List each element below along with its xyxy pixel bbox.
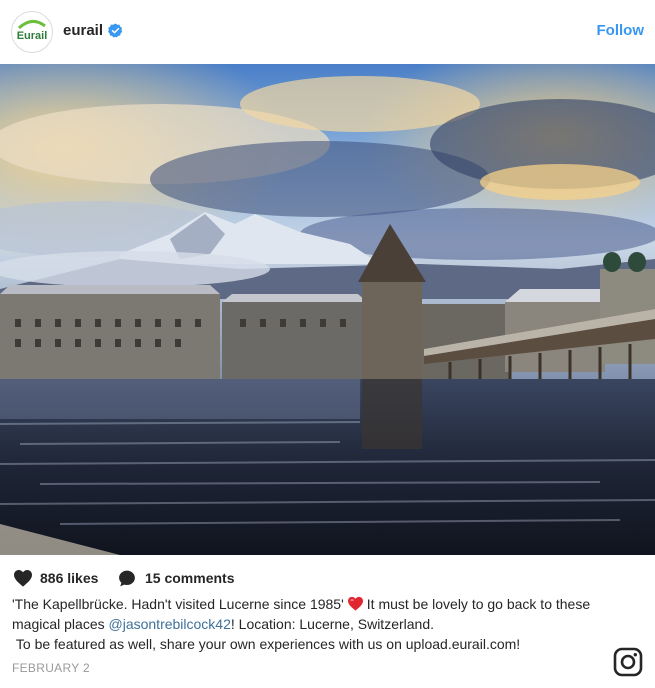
instagram-logo-icon[interactable] — [613, 647, 643, 677]
comments-count[interactable]: 15 comments — [145, 570, 234, 586]
post-header: Eurail eurail Follow — [0, 0, 655, 64]
likes-count[interactable]: 886 likes — [40, 570, 98, 586]
instagram-post: Eurail eurail Follow 886 likes 15 commen… — [0, 0, 655, 688]
avatar[interactable]: Eurail — [11, 11, 53, 53]
post-date[interactable]: FEBRUARY 2 — [12, 661, 90, 675]
avatar-logo-text: Eurail — [17, 30, 48, 42]
caption-text-part3: ! Location: Lucerne, Switzerland. — [230, 616, 435, 632]
mention-link[interactable]: @jasontrebilcock42 — [109, 616, 231, 632]
verified-badge-icon — [108, 23, 123, 38]
heart-emoji-icon — [347, 596, 363, 611]
post-photo[interactable] — [0, 64, 655, 555]
post-actions: 886 likes 15 comments — [0, 566, 655, 590]
heart-icon[interactable] — [13, 569, 33, 587]
caption-text-line3: To be featured as well, share your own e… — [15, 636, 521, 652]
comment-icon[interactable] — [117, 569, 137, 588]
caption-text-part1: 'The Kapellbrücke. Hadn't visited Lucern… — [12, 596, 344, 612]
follow-button[interactable]: Follow — [597, 22, 645, 39]
post-caption: 'The Kapellbrücke. Hadn't visited Lucern… — [12, 594, 612, 654]
username[interactable]: eurail — [63, 22, 103, 39]
